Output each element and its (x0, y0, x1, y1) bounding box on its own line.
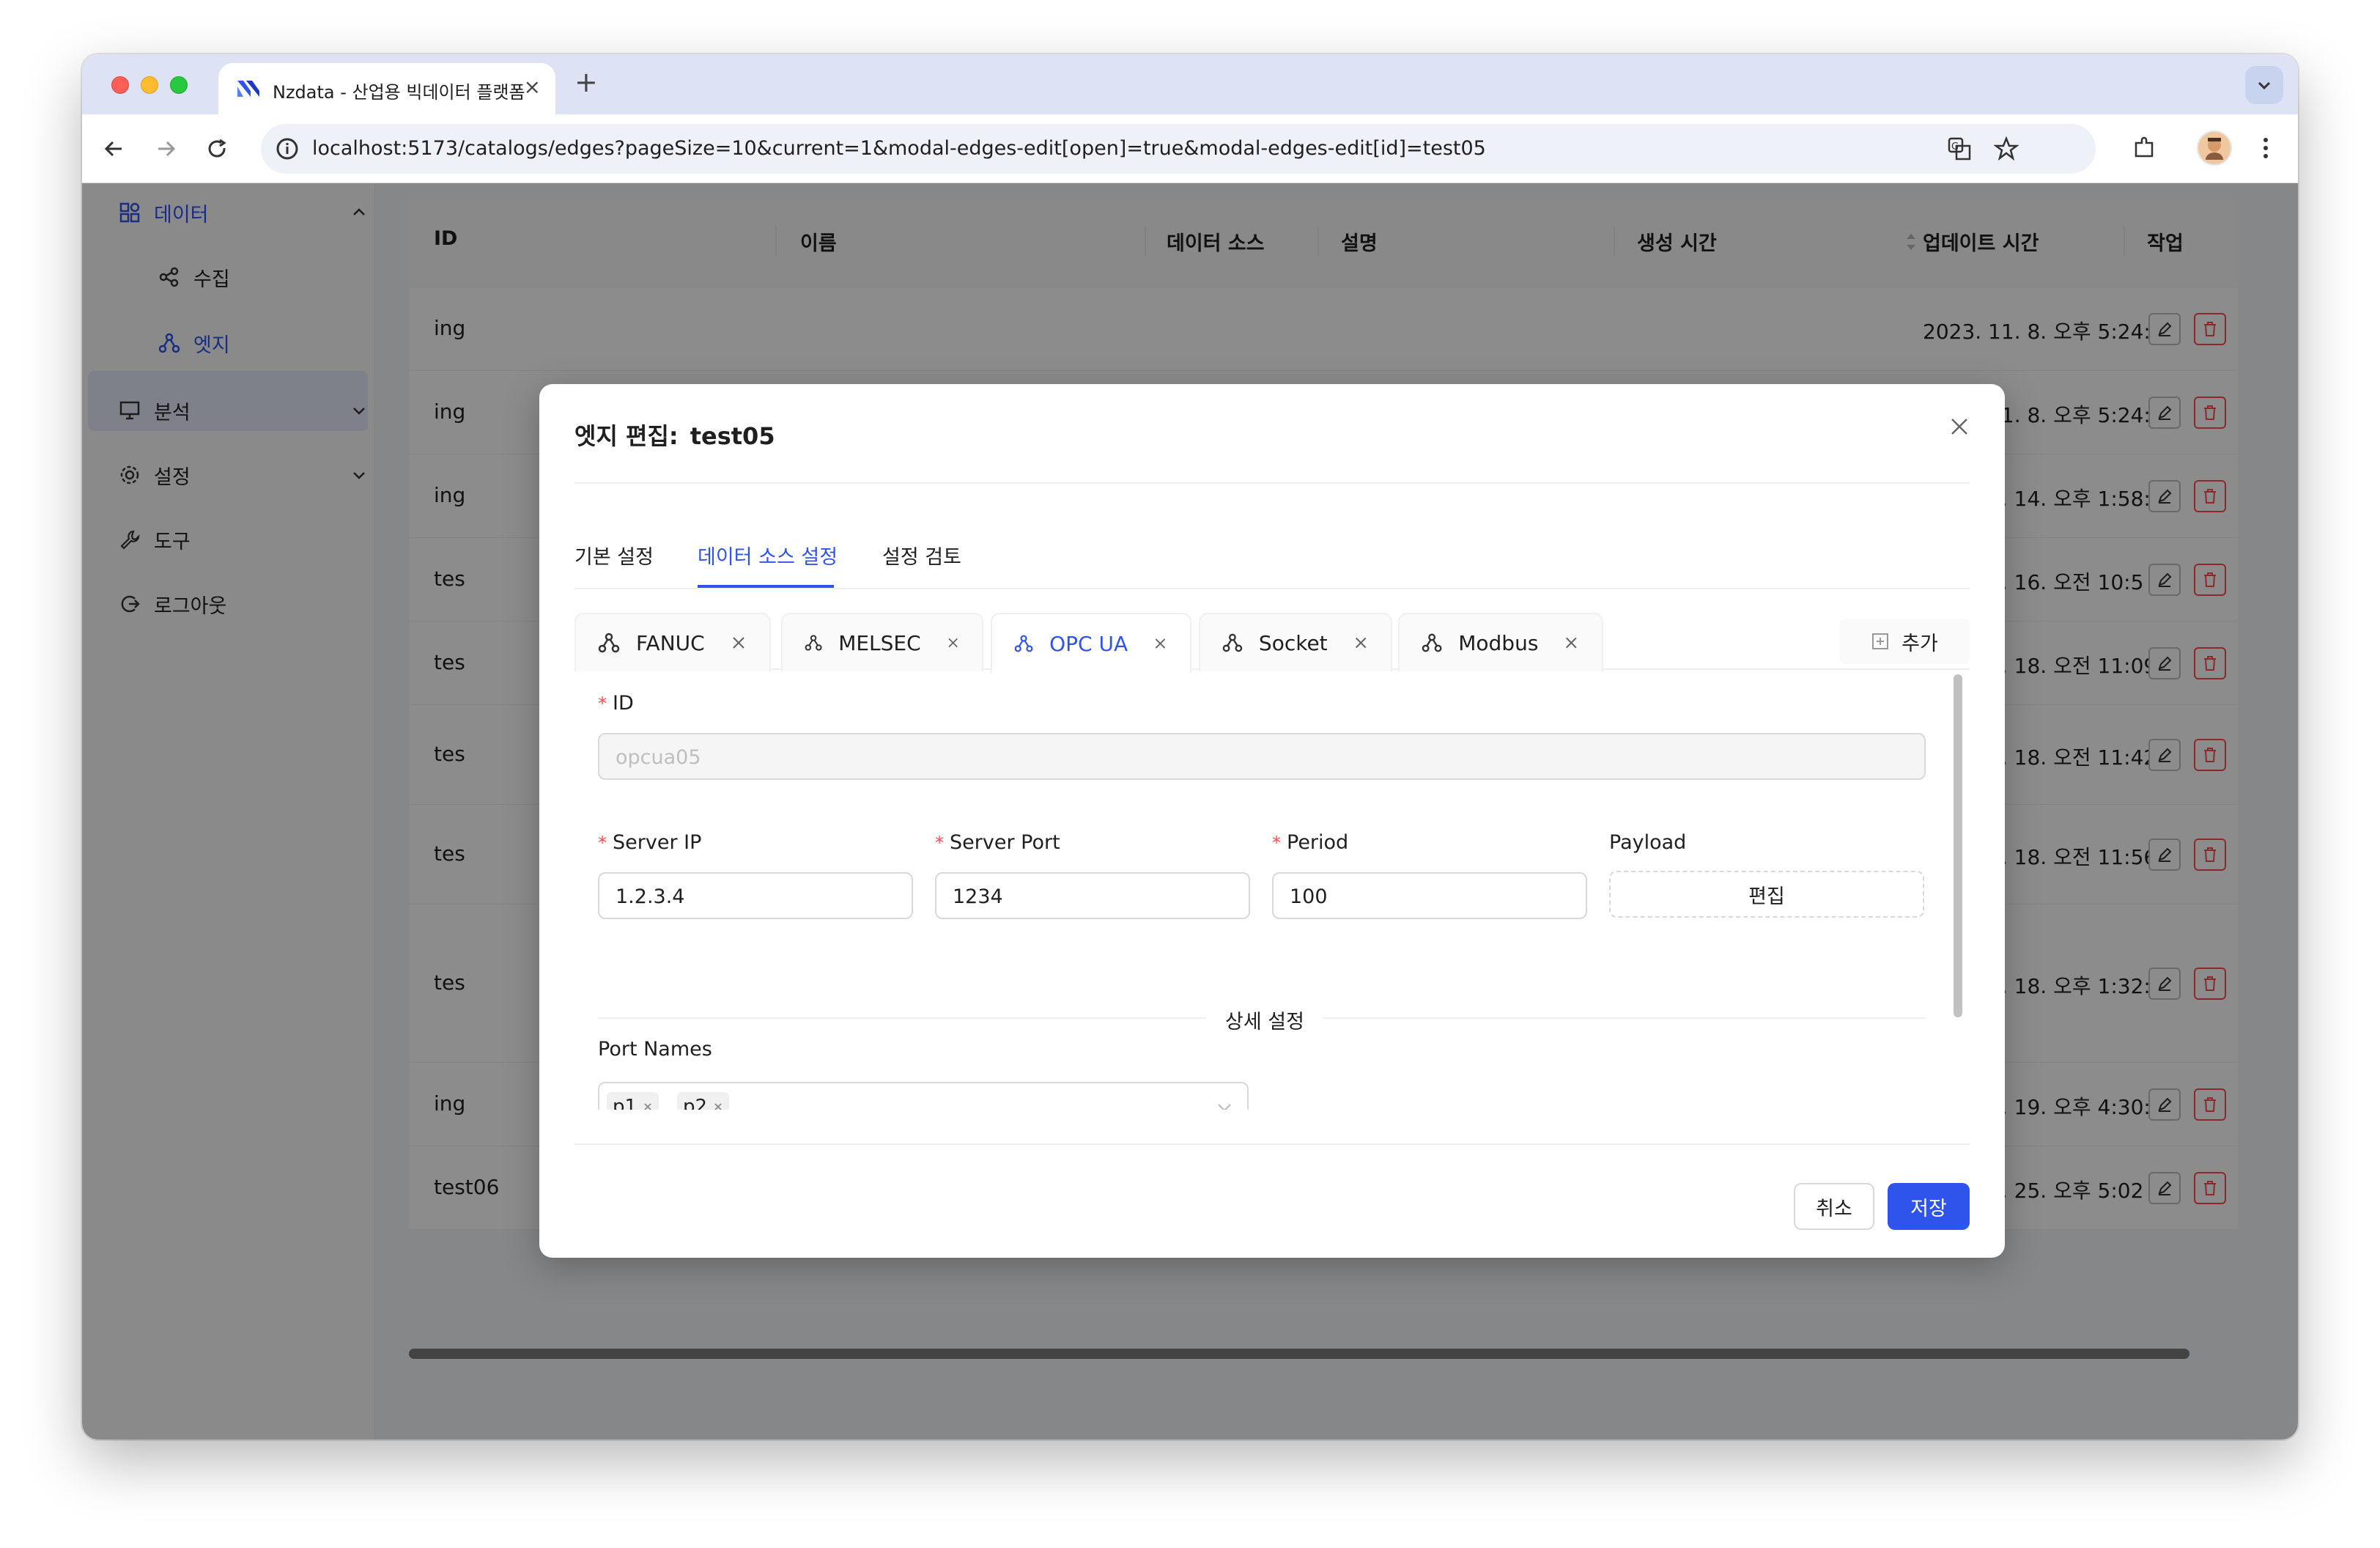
nodes-icon (805, 635, 822, 651)
nzdata-logo-icon (237, 81, 259, 97)
arrow-right-icon (158, 141, 176, 157)
close-icon[interactable] (1153, 635, 1168, 652)
reload-icon (208, 139, 226, 158)
bookmark-button[interactable] (1990, 133, 2022, 165)
id-input: opcua05 (598, 733, 1926, 780)
close-icon[interactable] (1353, 634, 1369, 652)
profile-avatar[interactable] (2197, 130, 2232, 166)
site-info-icon[interactable] (274, 136, 300, 162)
payload-edit-button[interactable]: 편집 (1609, 871, 1924, 918)
modal-close-button[interactable] (1945, 412, 1974, 441)
source-tab-label: Modbus (1458, 630, 1539, 655)
active-tab-indicator (698, 585, 834, 588)
browser-tab[interactable]: Nzdata - 산업용 빅데이터 플랫폼 × (218, 63, 555, 114)
close-tab-icon[interactable]: × (524, 75, 541, 99)
browser-menu-button[interactable] (2248, 130, 2283, 166)
modal-title: 엣지 편집: test05 (574, 418, 775, 452)
nodes-icon (1222, 633, 1243, 652)
nodes-icon (598, 633, 620, 653)
translate-button[interactable]: G (1943, 133, 1976, 165)
tab-title: Nzdata - 산업용 빅데이터 플랫폼 (273, 82, 525, 103)
tab-search-button[interactable] (2245, 66, 2283, 104)
port-names-label: Port Names (598, 1038, 712, 1061)
tab-basic-settings[interactable]: 기본 설정 (574, 541, 654, 570)
browser-toolbar: localhost:5173/catalogs/edges?pageSize=1… (82, 114, 2298, 183)
period-input[interactable]: 100 (1272, 872, 1587, 919)
chevron-down-icon (2258, 81, 2271, 90)
period-label: * Period (1272, 831, 1349, 854)
forward-button[interactable] (149, 132, 183, 166)
source-tab-label: FANUC (636, 630, 705, 655)
save-button[interactable]: 저장 (1888, 1183, 1970, 1230)
close-window-button[interactable] (111, 76, 129, 94)
source-tab-fanuc[interactable]: FANUC (574, 613, 771, 671)
detail-divider-left (598, 1017, 1206, 1019)
browser-window: Nzdata - 산업용 빅데이터 플랫폼 × + localhost:5173… (82, 54, 2298, 1440)
server-ip-input[interactable]: 1.2.3.4 (598, 872, 913, 919)
star-icon (1994, 136, 2019, 161)
kebab-menu-icon (2263, 138, 2268, 158)
datasource-tabs: FANUC MELSEC OPC UA Socket Modbus 추가 (574, 613, 1970, 673)
close-icon[interactable] (713, 1102, 723, 1110)
tab-datasource-settings[interactable]: 데이터 소스 설정 (698, 541, 838, 570)
detail-settings-divider: 상세 설정 (1225, 1011, 1304, 1033)
add-source-button[interactable]: 추가 (1839, 619, 1970, 664)
close-icon[interactable] (1563, 634, 1580, 652)
back-button[interactable] (97, 132, 130, 166)
close-icon[interactable] (730, 634, 747, 652)
avatar-icon (2206, 138, 2223, 160)
puzzle-icon (2135, 136, 2154, 158)
modal-tabs: 기본 설정 데이터 소스 설정 설정 검토 (574, 531, 1970, 589)
detail-divider-right (1323, 1017, 1926, 1019)
new-tab-button[interactable]: + (574, 66, 598, 98)
browser-tabbar: Nzdata - 산업용 빅데이터 플랫폼 × + (82, 54, 2298, 114)
source-tab-label: Socket (1258, 630, 1328, 655)
source-tab-socket[interactable]: Socket (1199, 613, 1392, 671)
server-port-label: * Server Port (935, 831, 1060, 854)
extensions-button[interactable] (2126, 130, 2162, 166)
url-text[interactable]: localhost:5173/catalogs/edges?pageSize=1… (312, 137, 1486, 160)
close-icon[interactable] (946, 634, 960, 652)
edge-edit-modal: 엣지 편집: test05 기본 설정 데이터 소스 설정 설정 검토 FANUC… (539, 384, 2005, 1258)
close-icon (1951, 419, 1967, 435)
port-names-select[interactable]: p1 p2 (598, 1082, 1249, 1110)
nodes-icon (1014, 635, 1033, 652)
server-port-input[interactable]: 1234 (935, 872, 1250, 919)
reload-button[interactable] (201, 132, 234, 166)
plus-square-icon (1872, 633, 1889, 649)
close-icon[interactable] (643, 1102, 653, 1110)
id-label: * ID (598, 692, 634, 715)
modal-header-divider (574, 482, 1970, 484)
add-source-label: 추가 (1902, 632, 1938, 655)
minimize-window-button[interactable] (141, 76, 158, 94)
svg-text:G: G (1951, 141, 1959, 152)
source-tab-melsec[interactable]: MELSEC (781, 613, 983, 671)
maximize-window-button[interactable] (170, 76, 188, 94)
datasource-form: * ID opcua05 * Server IP 1.2.3.4 * Server P… (574, 671, 1970, 1110)
source-tab-label: OPC UA (1049, 631, 1128, 656)
source-tab-opcua[interactable]: OPC UA (991, 613, 1191, 673)
arrow-left-icon (104, 141, 122, 157)
modal-title-id: test05 (690, 422, 775, 450)
source-tab-modbus[interactable]: Modbus (1398, 613, 1603, 671)
server-ip-label: * Server IP (598, 831, 702, 854)
translate-icon: G (1948, 137, 1971, 161)
address-bar[interactable]: localhost:5173/catalogs/edges?pageSize=1… (261, 124, 2096, 174)
payload-label: Payload (1609, 831, 1687, 854)
tab-review-settings[interactable]: 설정 검토 (882, 541, 961, 570)
chevron-down-icon (1218, 1104, 1231, 1110)
port-name-tag: p1 (607, 1092, 659, 1110)
modal-footer-divider (574, 1143, 1970, 1145)
nodes-icon (1422, 633, 1442, 652)
form-scrollbar[interactable] (1954, 674, 1962, 1017)
source-tab-label: MELSEC (838, 630, 921, 655)
modal-title-prefix: 엣지 편집: (574, 422, 679, 450)
cancel-button[interactable]: 취소 (1794, 1183, 1874, 1230)
port-name-tag: p2 (677, 1092, 730, 1110)
